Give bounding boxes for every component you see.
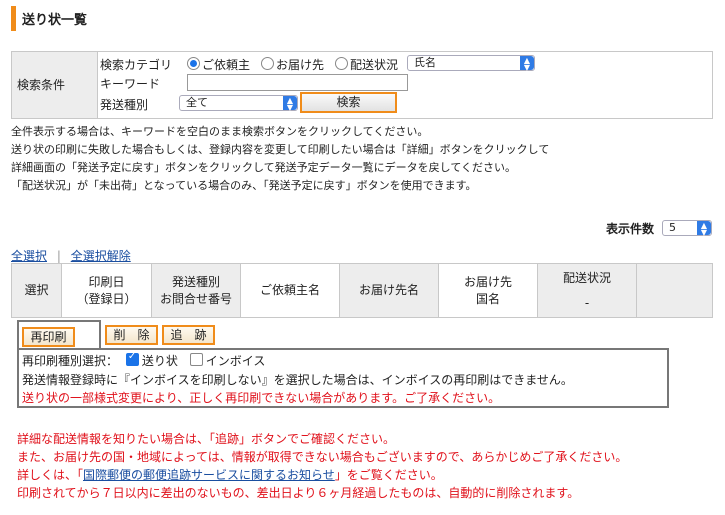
radio-requester-label: ご依頼主 [202,58,251,72]
checkbox-label-checked-icon[interactable] [125,351,139,366]
title-accent-bar [11,6,16,31]
checkbox-invoice-text: インボイス [205,354,266,368]
keyword-label: キーワード [100,77,161,91]
col-recipient: お届け先名 [340,264,439,317]
info-line: 送り状の印刷に失敗した場合もしくは、登録内容を変更して印刷したい場合は「詳細」ボ… [11,143,550,156]
search-field-select-value: 氏名 [414,56,436,69]
col-status: 配送状況 - [538,264,637,317]
track-button[interactable]: 追 跡 [162,325,215,345]
postal-tracking-info-link[interactable]: 国際郵便の郵便追跡サービスに関するお知らせ [83,468,335,482]
search-conditions-label: 検索条件 [17,78,66,92]
radio-recipient[interactable]: お届け先 [261,56,324,73]
notice-line: また、お届け先の国・地域によっては、情報が取得できない場合もございますので、あら… [17,450,628,464]
reprint-note: 発送情報登録時に『インボイスを印刷しない』を選択した場合は、インボイスの再印刷は… [22,373,573,387]
col-requester: ご依頼主名 [241,264,340,317]
info-line: 詳細画面の「発送予定に戻す」ボタンをクリックして発送予定データ一覧にデータを戻し… [11,161,517,174]
shipping-type-label: 発送種別 [100,98,149,112]
info-line: 「配送状況」が「未出荷」となっている場合のみ、「発送予定に戻す」ボタンを使用でき… [11,179,477,192]
display-count-value: 5 [669,221,676,234]
radio-status[interactable]: 配送状況 [335,56,398,73]
checkbox-invoice-icon[interactable] [189,353,203,366]
radio-recipient-label: お届け先 [276,58,325,72]
chevron-updown-icon: ▲ ▼ [283,96,297,112]
radio-recipient-indicator[interactable] [261,57,274,70]
search-category-label: 検索カテゴリ [100,58,173,72]
col-country: お届け先 国名 [439,264,538,317]
chevron-updown-icon: ▲ ▼ [697,221,711,237]
chevron-updown-icon: ▲ ▼ [520,56,534,72]
display-count-select[interactable]: 5 ▲ ▼ [662,220,712,237]
notice-prefix: 詳しくは、「 [17,468,84,482]
reprint-type-label: 再印刷種別選択： [22,354,119,368]
col-shipping-type: 発送種別 お問合せ番号 [152,264,241,317]
notice-line: 詳細な配送情報を知りたい場合は、「追跡」ボタンでご確認ください。 [17,432,396,446]
notice-line: 印刷されてから７日以内に差出のないもの、差出日より６ヶ月経過したものは、自動的に… [17,486,580,500]
select-all-link[interactable]: 全選択 [11,249,47,263]
radio-requester-indicator[interactable] [187,57,200,70]
delete-button[interactable]: 削 除 [105,325,158,345]
select-links: 全選択 | 全選択解除 [11,247,131,264]
checkbox-label-text: 送り状 [141,354,178,368]
radio-status-indicator[interactable] [335,57,348,70]
keyword-input[interactable] [187,74,408,91]
reprint-type-row: 再印刷種別選択： 送り状 インボイス [22,351,266,369]
reprint-warning: 送り状の一部様式変更により、正しく再印刷できない場合があります。ご了承ください。 [22,391,501,405]
shipping-type-select-value: 全て [186,96,208,109]
shipping-type-select[interactable]: 全て ▲ ▼ [179,95,298,112]
col-print-date: 印刷日 （登録日） [62,264,152,317]
radio-status-label: 配送状況 [350,58,399,72]
reprint-button[interactable]: 再印刷 [22,327,75,347]
info-line: 全件表示する場合は、キーワードを空白のまま検索ボタンをクリックしてください。 [11,125,429,138]
search-field-select[interactable]: 氏名 ▲ ▼ [407,55,535,72]
display-count-label: 表示件数 [606,222,655,236]
link-separator: | [56,249,61,263]
page-title: 送り状一覧 [22,13,88,28]
deselect-all-link[interactable]: 全選択解除 [71,249,131,263]
notice-suffix: 」をご覧ください。 [334,468,443,482]
search-button[interactable]: 検索 [300,92,397,113]
col-select: 選択 [12,264,62,317]
radio-requester[interactable]: ご依頼主 [187,56,250,73]
notice-line-with-link: 詳しくは、「国際郵便の郵便追跡サービスに関するお知らせ」をご覧ください。 [17,466,443,483]
